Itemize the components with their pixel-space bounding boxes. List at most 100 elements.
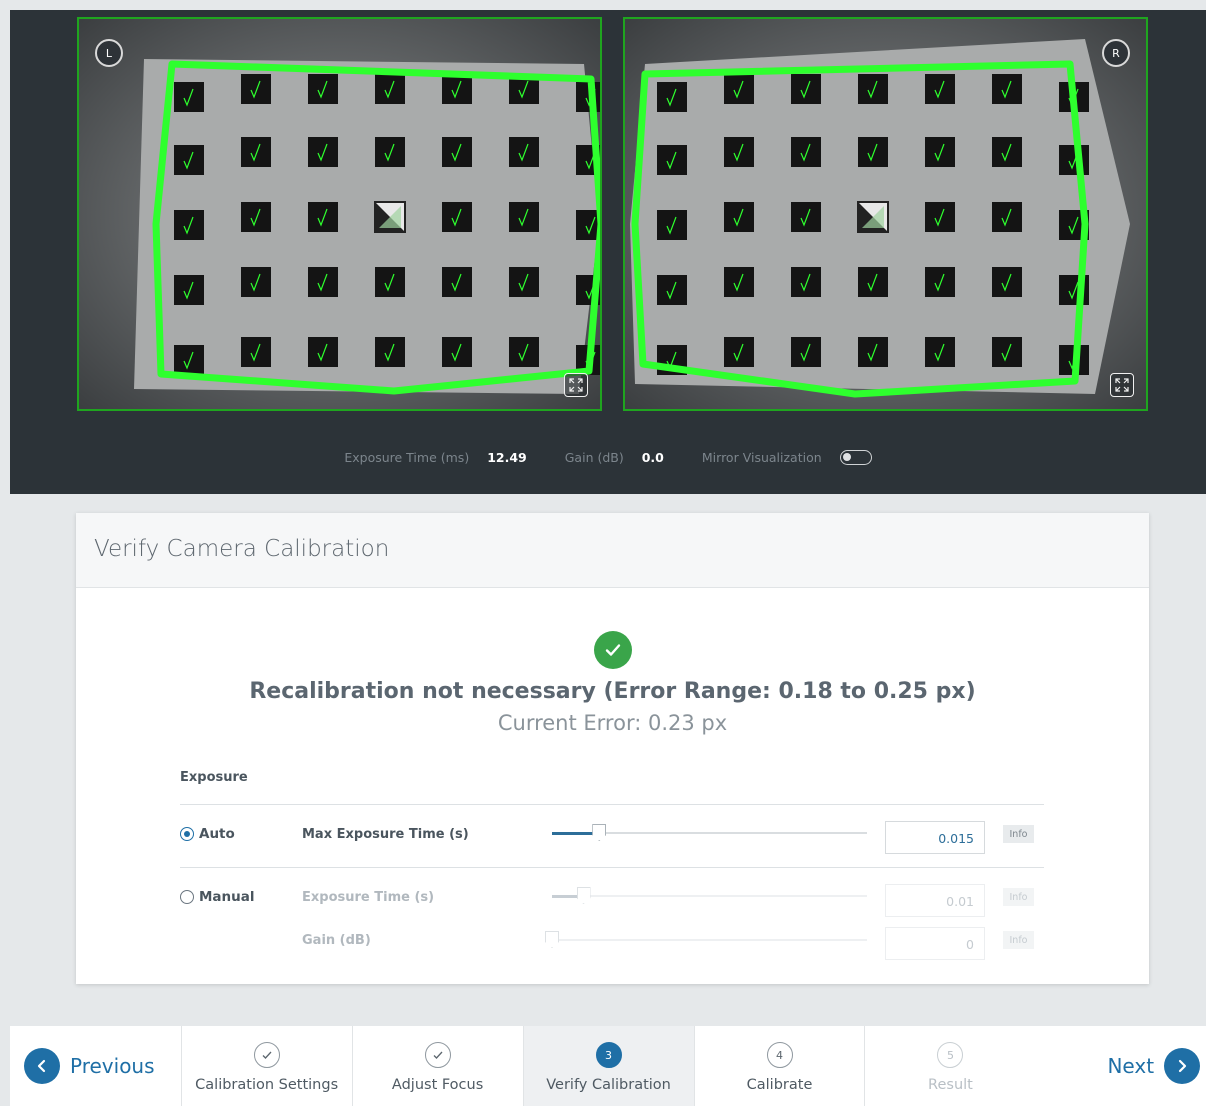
marker-square [657,275,687,305]
exposure-time-label: Exposure Time (ms) [344,450,470,465]
marker-square [858,137,888,167]
step-verify-calibration[interactable]: 3 Verify Calibration [522,1026,694,1106]
status-title: Recalibration not necessary (Error Range… [249,679,976,704]
slider-thumb[interactable] [592,824,607,841]
marker-square [791,267,821,297]
expand-icon[interactable] [564,373,588,397]
marker-square [241,74,271,104]
marker-square [241,267,271,297]
slider-thumb [545,931,559,948]
marker-square [375,337,405,367]
marker-square [241,137,271,167]
marker-square [442,74,472,104]
marker-square [509,337,539,367]
marker-square [925,74,955,104]
marker-square [308,337,338,367]
marker-square [992,202,1022,232]
marker-square [858,74,888,104]
marker-square [724,74,754,104]
max-exposure-info-button[interactable]: Info [1003,825,1034,843]
marker-square [174,210,204,240]
divider [180,867,1044,868]
marker-square [174,82,204,112]
marker-square [375,267,405,297]
left-camera-image [79,19,600,409]
step-label: Calibration Settings [195,1077,339,1093]
right-camera-image [625,19,1146,409]
step-adjust-focus[interactable]: Adjust Focus [351,1026,523,1106]
previous-label: Previous [70,1054,155,1078]
marker-square [308,74,338,104]
marker-square [992,137,1022,167]
step-calibrate[interactable]: 4 Calibrate [693,1026,865,1106]
marker-square [858,267,888,297]
manual-radio[interactable] [180,890,194,904]
marker-square [925,337,955,367]
marker-square [657,210,687,240]
step-number: 3 [595,1042,622,1068]
gain-info-button: Info [1003,931,1034,949]
max-exposure-time-input[interactable]: 0.015 [885,821,985,854]
slider-fill [552,831,600,835]
marker-square [724,337,754,367]
marker-square [925,202,955,232]
marker-square [241,202,271,232]
next-label: Next [1107,1054,1155,1078]
exposure-time-input: 0.01 [885,884,985,917]
max-exposure-time-label: Max Exposure Time (s) [302,827,469,842]
check-icon [424,1042,451,1068]
card-title: Verify Camera Calibration [76,513,1149,588]
marker-square [791,137,821,167]
wizard-navigation: Previous Calibration Settings Adjust Foc… [10,1026,1206,1106]
marker-square [724,202,754,232]
right-camera-badge: R [1102,39,1130,67]
marker-square [308,267,338,297]
max-exposure-time-slider[interactable] [552,824,867,841]
auto-label[interactable]: Auto [199,826,235,842]
expand-icon[interactable] [1110,373,1134,397]
camera-info-bar: Exposure Time (ms) 12.49 Gain (dB) 0.0 M… [10,450,1206,465]
auto-radio[interactable] [180,827,194,841]
marker-square [308,137,338,167]
gain-value: 0.0 [641,450,664,465]
gain-label: Gain (dB) [564,450,624,465]
marker-square [791,74,821,104]
exposure-time-slider [552,887,867,904]
gain-input: 0 [885,927,985,960]
slider-thumb [576,887,591,904]
next-button[interactable]: Next [1035,1026,1206,1106]
marker-square [791,337,821,367]
divider [180,804,1044,805]
marker-square [174,275,204,305]
chevron-left-icon [24,1048,60,1084]
step-result: 5 Result [864,1026,1035,1106]
exposure-time-value: 12.49 [487,450,527,465]
marker-square [657,82,687,112]
marker-square [442,202,472,232]
marker-square [992,74,1022,104]
marker-square [992,337,1022,367]
left-camera-view: L [77,17,602,411]
step-label: Adjust Focus [391,1077,484,1093]
manual-label[interactable]: Manual [199,889,255,905]
marker-square [442,137,472,167]
marker-square [241,337,271,367]
marker-square [308,202,338,232]
marker-square [1059,145,1089,175]
marker-square [657,145,687,175]
step-label: Calibrate [746,1077,813,1093]
marker-square [442,337,472,367]
marker-square [992,267,1022,297]
exposure-time-info-button: Info [1003,888,1034,906]
check-icon [253,1042,280,1068]
toggle-knob [842,453,851,461]
previous-button[interactable]: Previous [10,1026,181,1106]
check-circle-icon [594,631,632,669]
step-number: 5 [937,1042,964,1068]
gain-slider [545,931,867,948]
chevron-right-icon [1164,1048,1201,1084]
mirror-visualization-label: Mirror Visualization [701,450,822,465]
marker-square [858,337,888,367]
mirror-visualization-toggle[interactable] [839,450,872,465]
step-calibration-settings[interactable]: Calibration Settings [180,1026,352,1106]
